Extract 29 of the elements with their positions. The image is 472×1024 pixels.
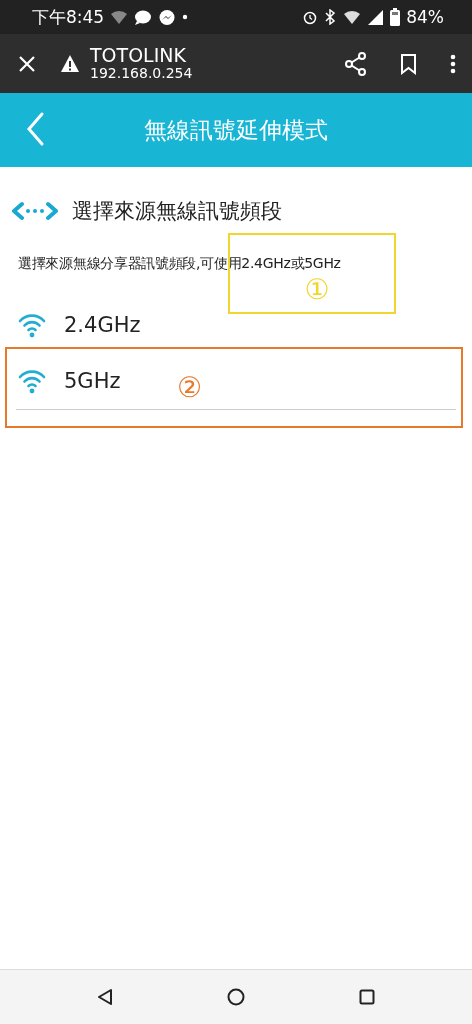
share-icon[interactable]: [345, 51, 367, 76]
extender-icon: [12, 201, 58, 221]
section-title: 選擇來源無線訊號頻段: [72, 198, 282, 225]
bluetooth-icon: [323, 9, 338, 25]
warning-icon: [60, 54, 80, 73]
close-icon[interactable]: [18, 54, 36, 73]
site-title: TOTOLINK: [90, 46, 187, 67]
site-url: 192.168.0.254: [90, 66, 193, 81]
back-icon: [24, 111, 46, 147]
status-time: 下午8:45: [32, 5, 105, 29]
messenger-icon: [158, 8, 177, 26]
wifi-icon: [18, 312, 46, 338]
alarm-icon: [303, 9, 318, 25]
page-title: 無線訊號延伸模式: [144, 115, 328, 145]
section-description: 選擇來源無線分享器訊號頻段,可使用2.4GHz或5GHz: [18, 255, 342, 273]
battery-icon: [390, 8, 401, 26]
bookmark-icon[interactable]: [400, 52, 417, 75]
wifi-icon: [343, 9, 362, 25]
signal-icon: [367, 8, 385, 26]
more-icon[interactable]: [450, 53, 456, 74]
home-icon[interactable]: [227, 988, 246, 1006]
annotation-number: ①: [304, 273, 330, 306]
back-icon[interactable]: [96, 988, 114, 1006]
chat-bubble-icon: [134, 8, 153, 26]
overview-icon[interactable]: [359, 989, 376, 1005]
annotation-number: ②: [177, 371, 203, 404]
battery-percent: 84%: [406, 7, 444, 27]
dot-icon: [182, 14, 189, 20]
wifi-icon: [18, 368, 46, 394]
